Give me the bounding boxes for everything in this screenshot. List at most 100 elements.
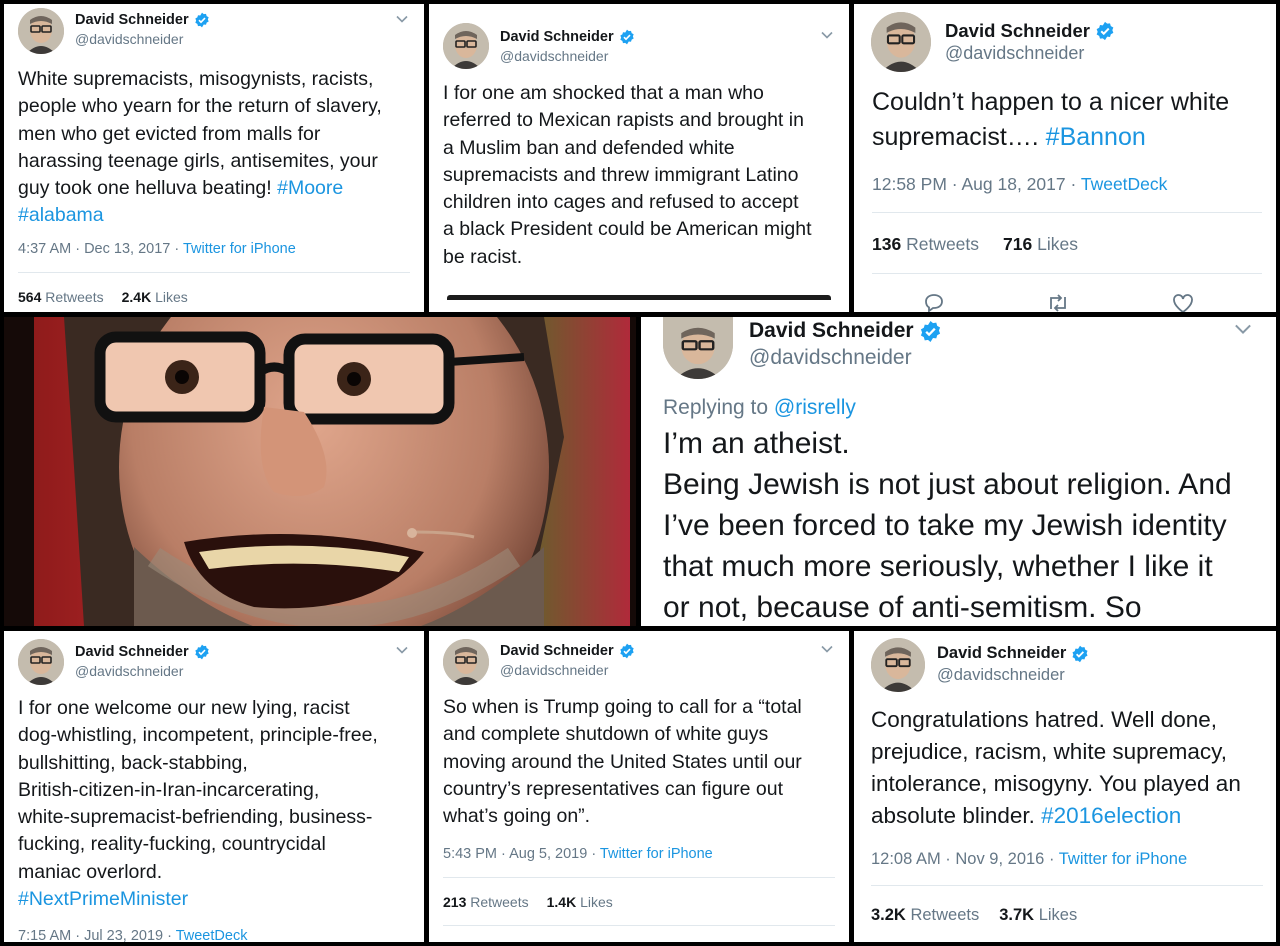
timestamp[interactable]: 5:43 PM · Aug 5, 2019 ·: [443, 846, 600, 862]
handle[interactable]: @davidschneider: [500, 48, 608, 64]
divider: [872, 273, 1262, 274]
display-name[interactable]: David Schneider: [75, 644, 210, 660]
source-link[interactable]: TweetDeck: [176, 928, 248, 942]
handle[interactable]: @davidschneider: [945, 43, 1084, 64]
avatar[interactable]: [443, 639, 489, 685]
tweet-panel-2016-election: David Schneider @davidschneider Congratu…: [854, 631, 1276, 942]
display-name-text[interactable]: David Schneider: [75, 12, 189, 28]
retweets-label[interactable]: Retweets: [45, 289, 103, 305]
tweet-text: I for one am shocked that a man who refe…: [443, 82, 812, 268]
mention-link[interactable]: @risrelly: [774, 396, 856, 419]
tweet-meta: 5:43 PM · Aug 5, 2019 · Twitter for iPho…: [443, 846, 713, 862]
likes-label[interactable]: Likes: [580, 894, 613, 910]
tweet-text: Couldn’t happen to a nicer white suprema…: [872, 85, 1229, 154]
likes-label[interactable]: Likes: [1037, 234, 1078, 254]
source-link[interactable]: Twitter for iPhone: [600, 846, 713, 862]
avatar[interactable]: [871, 12, 931, 72]
timestamp[interactable]: 12:08 AM · Nov 9, 2016 ·: [871, 850, 1059, 868]
retweets-label[interactable]: Retweets: [470, 894, 528, 910]
verified-badge-icon: [619, 29, 635, 45]
tweet-meta: 7:15 AM · Jul 23, 2019 · TweetDeck: [18, 928, 247, 942]
divider: [871, 885, 1263, 886]
source-link[interactable]: Twitter for iPhone: [1059, 850, 1187, 868]
tweet-panel-moore: David Schneider @davidschneider White su…: [4, 4, 424, 312]
retweet-count[interactable]: 3.2K: [871, 906, 906, 924]
verified-badge-icon: [194, 12, 210, 28]
chevron-down-icon[interactable]: [820, 28, 834, 42]
hashtag-link[interactable]: #2016election: [1041, 803, 1181, 828]
chevron-down-icon[interactable]: [820, 642, 834, 656]
likes-label[interactable]: Likes: [1039, 906, 1078, 924]
hashtag-link[interactable]: #Bannon: [1046, 123, 1146, 151]
handle[interactable]: @davidschneider: [75, 31, 183, 47]
tweet-stats: 213 Retweets 1.4K Likes: [443, 894, 613, 910]
display-name[interactable]: David Schneider: [749, 319, 942, 343]
display-name[interactable]: David Schneider: [500, 643, 635, 659]
retweet-count[interactable]: 136: [872, 234, 901, 254]
retweet-count[interactable]: 564: [18, 289, 41, 305]
tweet-panel-prime-minister: David Schneider @davidschneider I for on…: [4, 631, 424, 942]
retweet-count[interactable]: 213: [443, 894, 466, 910]
embedded-media-edge: [447, 295, 831, 300]
display-name-text[interactable]: David Schneider: [937, 644, 1066, 663]
avatar[interactable]: [871, 638, 925, 692]
source-link[interactable]: TweetDeck: [1081, 174, 1168, 194]
divider: [18, 272, 410, 273]
display-name-text[interactable]: David Schneider: [500, 29, 614, 45]
retweets-label[interactable]: Retweets: [906, 234, 979, 254]
like-icon[interactable]: [1171, 292, 1195, 312]
verified-badge-icon: [194, 644, 210, 660]
handle[interactable]: @davidschneider: [937, 666, 1065, 685]
divider: [443, 877, 835, 878]
handle[interactable]: @davidschneider: [749, 346, 912, 370]
divider: [872, 212, 1262, 213]
avatar[interactable]: [18, 8, 64, 54]
tweet-text: I’m an atheist. Being Jewish is not just…: [663, 427, 1232, 624]
avatar[interactable]: [663, 317, 733, 379]
like-count[interactable]: 716: [1003, 234, 1032, 254]
display-name-text[interactable]: David Schneider: [945, 20, 1090, 42]
handle[interactable]: @davidschneider: [75, 663, 183, 679]
tweet-panel-bannon: David Schneider @davidschneider Couldn’t…: [854, 4, 1276, 312]
reply-icon[interactable]: [922, 291, 946, 312]
tweet-stats: 3.2K Retweets 3.7K Likes: [871, 906, 1077, 925]
tweet-panel-shocked: David Schneider @davidschneider I for on…: [429, 4, 849, 312]
replying-to: Replying to @risrelly: [663, 396, 856, 420]
replying-label: Replying to: [663, 396, 774, 419]
chevron-down-icon[interactable]: [1233, 319, 1253, 339]
tweet-meta: 12:08 AM · Nov 9, 2016 · Twitter for iPh…: [871, 850, 1187, 869]
tweet-body: I for one welcome our new lying, racist …: [18, 697, 378, 883]
display-name[interactable]: David Schneider: [937, 644, 1089, 663]
tweet-panel-atheist: David Schneider @davidschneider Replying…: [641, 317, 1276, 626]
retweet-icon[interactable]: [1045, 291, 1071, 312]
like-count[interactable]: 1.4K: [547, 894, 577, 910]
avatar[interactable]: [18, 639, 64, 685]
display-name[interactable]: David Schneider: [945, 20, 1115, 42]
display-name-text[interactable]: David Schneider: [749, 319, 914, 343]
tweet-text: White supremacists, misogynists, racists…: [18, 66, 382, 230]
retweets-label[interactable]: Retweets: [910, 906, 979, 924]
likes-label[interactable]: Likes: [155, 289, 188, 305]
tweet-stats: 564 Retweets 2.4K Likes: [18, 289, 188, 305]
tweet-meta: 4:37 AM · Dec 13, 2017 · Twitter for iPh…: [18, 241, 296, 257]
verified-badge-icon: [919, 320, 942, 343]
handle[interactable]: @davidschneider: [500, 662, 608, 678]
timestamp[interactable]: 4:37 AM · Dec 13, 2017 ·: [18, 241, 183, 257]
hashtag-link[interactable]: #NextPrimeMinister: [18, 888, 188, 910]
avatar[interactable]: [443, 23, 489, 69]
portrait-image: [4, 317, 636, 626]
display-name[interactable]: David Schneider: [500, 29, 635, 45]
display-name-text[interactable]: David Schneider: [500, 643, 614, 659]
timestamp[interactable]: 12:58 PM · Aug 18, 2017 ·: [872, 174, 1081, 194]
tweet-text: I for one welcome our new lying, racist …: [18, 695, 378, 913]
source-link[interactable]: Twitter for iPhone: [183, 241, 296, 257]
display-name[interactable]: David Schneider: [75, 12, 210, 28]
like-count[interactable]: 2.4K: [122, 289, 152, 305]
tweet-stats: 136 Retweets 716 Likes: [872, 234, 1078, 255]
timestamp[interactable]: 7:15 AM · Jul 23, 2019 ·: [18, 928, 176, 942]
chevron-down-icon[interactable]: [395, 12, 409, 26]
tweet-panel-shutdown: David Schneider @davidschneider So when …: [429, 631, 849, 942]
display-name-text[interactable]: David Schneider: [75, 644, 189, 660]
chevron-down-icon[interactable]: [395, 643, 409, 657]
like-count[interactable]: 3.7K: [999, 906, 1034, 924]
